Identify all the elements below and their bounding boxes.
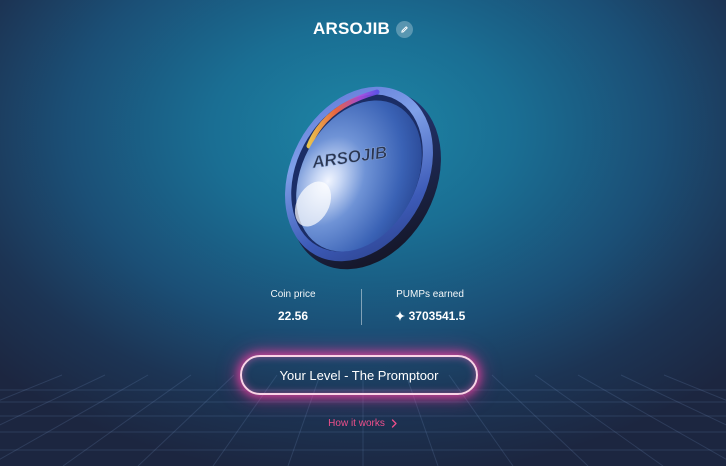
coin-graphic: ARSOJIB: [285, 86, 441, 270]
coin-title-row: ARSOJIB: [0, 19, 726, 39]
coin-price-value: 22.56: [277, 309, 309, 323]
your-level-button[interactable]: Your Level - The Promptoor: [240, 355, 478, 395]
pencil-icon: [401, 25, 408, 33]
sparkle-icon: [394, 311, 405, 321]
edit-name-button[interactable]: [395, 20, 413, 38]
coin-price-stat: Coin price 22.56: [233, 288, 353, 324]
pumps-earned-value-row: 3703541.5: [370, 308, 490, 324]
coin-price-label: Coin price: [270, 289, 316, 300]
coin-name-title: ARSOJIB: [313, 19, 390, 38]
how-it-works-label: How it works: [328, 418, 385, 429]
pumps-earned-value: 3703541.5: [408, 309, 466, 323]
pumps-earned-stat: PUMPs earned 3703541.5: [370, 288, 490, 324]
chevron-right-icon: [391, 419, 397, 428]
how-it-works-link[interactable]: How it works: [0, 418, 726, 429]
coin-price-value-row: 22.56: [233, 308, 353, 324]
coin-image: ARSOJIB: [273, 76, 448, 272]
coin-stats: Coin price 22.56 PUMPs earned 3703541.5: [0, 288, 726, 328]
stats-divider: [361, 289, 362, 325]
pumps-earned-label: PUMPs earned: [396, 289, 464, 300]
coin-profile-page: ARSOJIB ARSOJIB Coin price 22.56 PUMPs e…: [0, 0, 726, 466]
